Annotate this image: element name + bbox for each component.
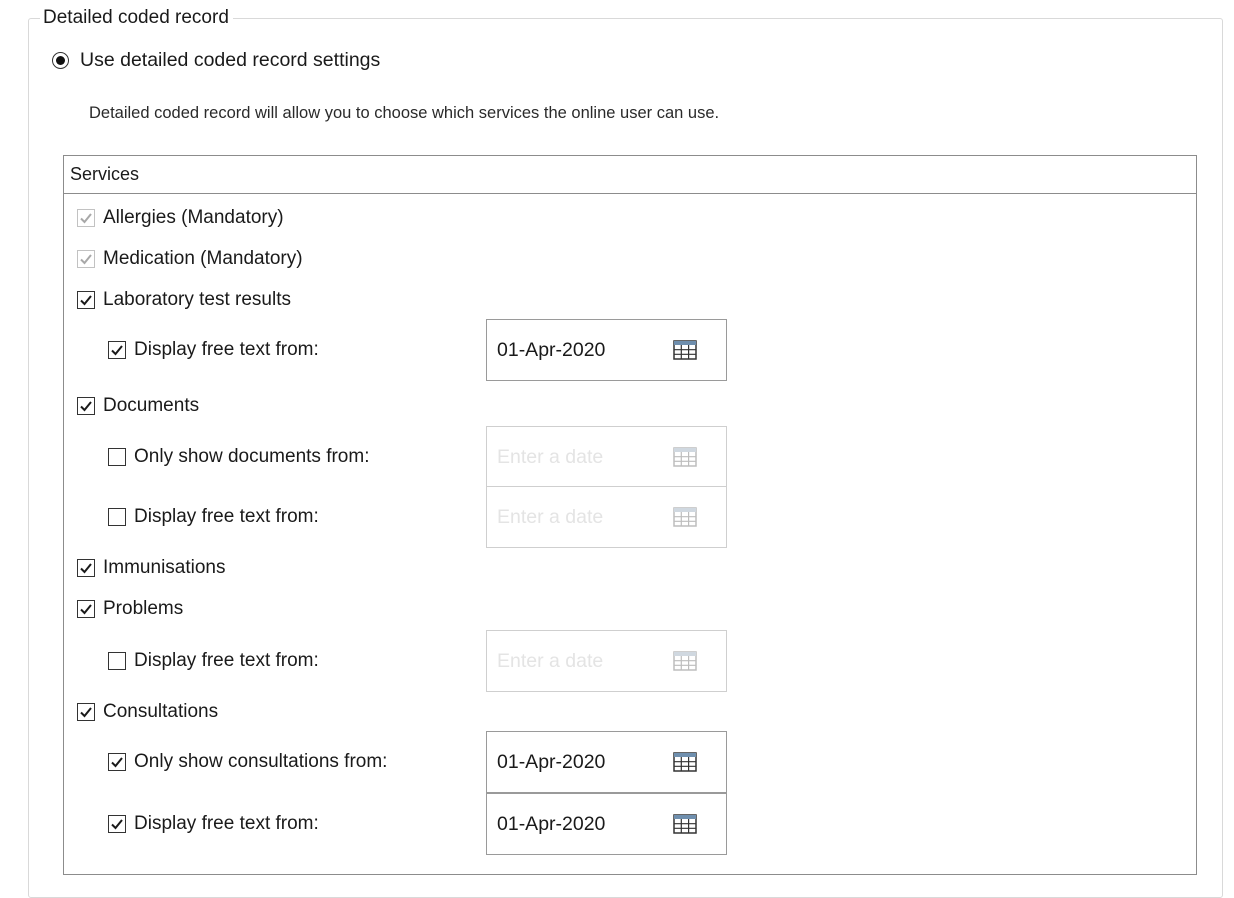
consultations-label: Consultations [103, 701, 219, 722]
problems-free-text-label: Display free text from: [134, 650, 319, 671]
calendar-icon[interactable] [673, 507, 697, 527]
immunisations-checkbox[interactable]: Immunisations [77, 554, 226, 582]
checkmark-icon [80, 604, 92, 615]
checkmark-icon [80, 707, 92, 718]
problems-free-text-checkbox[interactable]: Display free text from: [108, 647, 319, 675]
problems-label: Problems [103, 598, 184, 619]
calendar-icon[interactable] [673, 340, 697, 360]
calendar-icon[interactable] [673, 651, 697, 671]
checkmark-icon [111, 819, 123, 830]
consultations-free-text-checkbox[interactable]: Display free text from: [108, 810, 319, 838]
checkmark-icon [111, 757, 123, 768]
checkbox-icon [77, 250, 95, 268]
checkmark-icon [80, 213, 92, 224]
checkbox-icon [108, 753, 126, 771]
calendar-icon[interactable] [673, 447, 697, 467]
documents-free-text-label: Display free text from: [134, 506, 319, 527]
consultations-free-text-label: Display free text from: [134, 813, 319, 834]
allergies-checkbox[interactable]: Allergies (Mandatory) [77, 204, 284, 232]
checkmark-icon [80, 254, 92, 265]
checkmark-icon [80, 563, 92, 574]
checkbox-icon [108, 652, 126, 670]
calendar-icon[interactable] [673, 752, 697, 772]
date-placeholder: Enter a date [497, 649, 604, 672]
description-text: Detailed coded record will allow you to … [89, 104, 720, 122]
documents-only-show-label: Only show documents from: [134, 446, 370, 467]
lab-free-text-label: Display free text from: [134, 339, 319, 360]
checkbox-icon [77, 397, 95, 415]
checkmark-icon [111, 345, 123, 356]
checkbox-icon [77, 209, 95, 227]
problems-free-text-date-picker[interactable]: Enter a date [486, 630, 727, 692]
documents-free-text-checkbox[interactable]: Display free text from: [108, 503, 319, 531]
lab-free-text-date-picker[interactable]: 01-Apr-2020 [486, 319, 727, 381]
checkbox-icon [108, 508, 126, 526]
lab-results-label: Laboratory test results [103, 289, 291, 310]
radio-button-icon [52, 51, 69, 69]
date-placeholder: Enter a date [497, 445, 604, 468]
radio-label: Use detailed coded record settings [80, 48, 381, 71]
consultations-checkbox[interactable]: Consultations [77, 698, 218, 726]
date-value: 01-Apr-2020 [497, 750, 606, 773]
consultations-only-show-label: Only show consultations from: [134, 751, 388, 772]
checkbox-icon [77, 559, 95, 577]
date-placeholder: Enter a date [497, 505, 604, 528]
date-value: 01-Apr-2020 [497, 338, 606, 361]
checkbox-icon [108, 815, 126, 833]
medication-label: Medication (Mandatory) [103, 248, 303, 269]
immunisations-label: Immunisations [103, 557, 226, 578]
checkbox-icon [77, 703, 95, 721]
documents-label: Documents [103, 395, 200, 416]
checkbox-icon [77, 291, 95, 309]
consultations-only-show-date-picker[interactable]: 01-Apr-2020 [486, 731, 727, 793]
medication-checkbox[interactable]: Medication (Mandatory) [77, 245, 303, 273]
consultations-free-text-date-picker[interactable]: 01-Apr-2020 [486, 793, 727, 855]
groupbox-title: Detailed coded record [40, 6, 233, 30]
date-value: 01-Apr-2020 [497, 812, 606, 835]
documents-only-show-date-picker[interactable]: Enter a date [486, 426, 727, 488]
documents-only-show-checkbox[interactable]: Only show documents from: [108, 443, 369, 471]
consultations-only-show-checkbox[interactable]: Only show consultations from: [108, 748, 387, 776]
checkmark-icon [80, 401, 92, 412]
calendar-icon[interactable] [673, 814, 697, 834]
documents-checkbox[interactable]: Documents [77, 392, 199, 420]
lab-results-checkbox[interactable]: Laboratory test results [77, 286, 291, 314]
lab-free-text-checkbox[interactable]: Display free text from: [108, 336, 319, 364]
allergies-label: Allergies (Mandatory) [103, 207, 284, 228]
documents-free-text-date-picker[interactable]: Enter a date [486, 486, 727, 548]
checkbox-icon [108, 341, 126, 359]
problems-checkbox[interactable]: Problems [77, 595, 183, 623]
checkmark-icon [80, 295, 92, 306]
use-detailed-settings-radio[interactable]: Use detailed coded record settings [52, 46, 380, 74]
services-header: Services [64, 156, 1196, 194]
checkbox-icon [108, 448, 126, 466]
checkbox-icon [77, 600, 95, 618]
